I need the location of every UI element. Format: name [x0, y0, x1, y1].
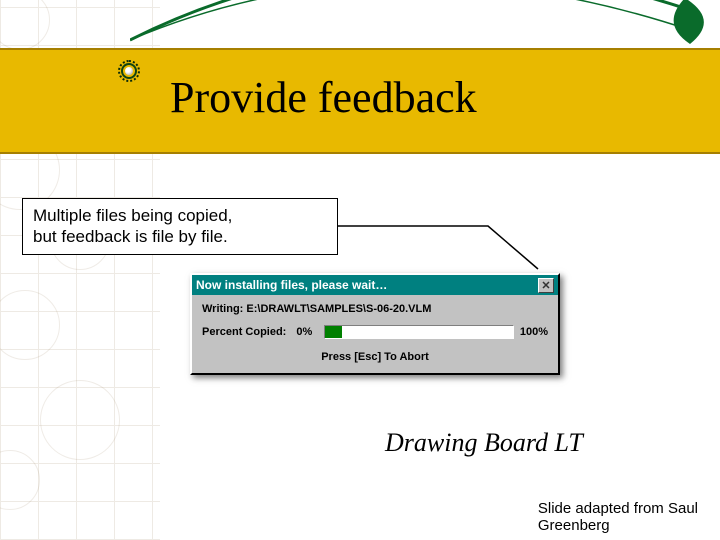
writing-line: Writing: E:\DRAWLT\SAMPLES\S-06-20.VLM: [202, 303, 548, 315]
slide-credit: Slide adapted from Saul Greenberg: [538, 500, 698, 535]
install-dialog: Now installing files, please wait… ✕ Wri…: [190, 273, 560, 375]
slide-title: Provide feedback: [170, 72, 477, 123]
close-icon: ✕: [541, 279, 550, 292]
bullet-icon: [118, 60, 140, 82]
progress-bar: [324, 325, 514, 339]
dialog-body: Writing: E:\DRAWLT\SAMPLES\S-06-20.VLM P…: [192, 295, 558, 373]
writing-label: Writing:: [202, 303, 243, 315]
dialog-title: Now installing files, please wait…: [196, 278, 538, 292]
title-band-border-top: [0, 48, 720, 50]
figure-caption: Drawing Board LT: [385, 428, 583, 458]
percent-label: Percent Copied:: [202, 326, 286, 338]
progress-bar-fill: [325, 326, 342, 338]
credit-line2: Greenberg: [538, 517, 698, 534]
dialog-titlebar[interactable]: Now installing files, please wait… ✕: [192, 275, 558, 295]
close-button[interactable]: ✕: [538, 278, 554, 293]
abort-text: Press [Esc] To Abort: [202, 351, 548, 363]
annotation-line2: but feedback is file by file.: [33, 226, 327, 247]
annotation-box: Multiple files being copied, but feedbac…: [22, 198, 338, 255]
credit-line1: Slide adapted from Saul: [538, 500, 698, 517]
percent-line: Percent Copied: 0% 100%: [202, 325, 548, 339]
percent-left: 0%: [296, 326, 312, 338]
annotation-line1: Multiple files being copied,: [33, 206, 232, 225]
percent-right: 100%: [520, 326, 548, 338]
annotation-pointer: [338, 214, 548, 274]
title-band-border-bottom: [0, 152, 720, 154]
writing-path: E:\DRAWLT\SAMPLES\S-06-20.VLM: [246, 303, 431, 315]
